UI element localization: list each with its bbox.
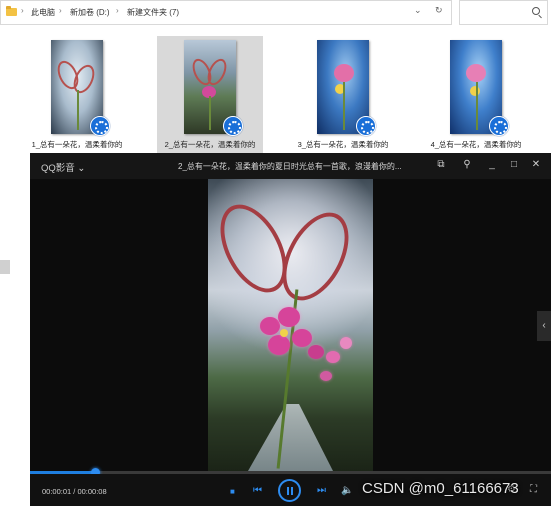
player-brand-menu[interactable]: QQ影音 ⌄	[41, 160, 85, 174]
refresh-icon[interactable]: ↻	[435, 5, 443, 16]
qq-player-file-icon	[223, 116, 243, 136]
fullscreen-icon[interactable]: ⛶	[530, 484, 537, 495]
scroll-marker	[0, 260, 10, 274]
pause-button[interactable]	[278, 479, 301, 502]
breadcrumb-folder[interactable]: 新建文件夹 (7)	[127, 7, 179, 18]
pin-icon[interactable]: ⚲	[460, 158, 474, 172]
file-name: 2_总有一朵花，温柔着你的	[164, 140, 256, 149]
file-name: 3_总有一朵花，温柔着你的	[297, 140, 389, 149]
chevron-right-icon: ›	[21, 6, 24, 15]
folder-icon	[6, 6, 17, 16]
chevron-right-icon: ›	[59, 6, 62, 15]
chevron-left-icon[interactable]: ‹	[537, 311, 551, 341]
address-bar[interactable]: › 此电脑 › 新加卷 (D:) › 新建文件夹 (7) ⌄ ↻	[0, 0, 452, 25]
next-icon[interactable]: ⏭	[317, 485, 326, 497]
player-titlebar[interactable]: QQ影音 ⌄ 2_总有一朵花，温柔着你的夏日时光总有一首歌，浪漫着你的... ⧉…	[30, 153, 551, 179]
file-name: 1_总有一朵花，温柔着你的	[31, 140, 123, 149]
file-tile-4[interactable]: 4_总有一朵花，温柔着你的	[423, 36, 529, 156]
maximize-icon[interactable]: □	[507, 158, 521, 172]
volume-icon[interactable]: 🔈	[341, 485, 353, 497]
time-display: 00:00:01 / 00:00:08	[42, 487, 107, 496]
watermark: CSDN @m0_61166673	[362, 480, 519, 497]
chevron-right-icon: ›	[116, 6, 119, 15]
minimize-icon[interactable]: _	[485, 158, 499, 172]
previous-icon[interactable]: ⏮	[253, 485, 262, 497]
breadcrumb-this-pc[interactable]: 此电脑	[31, 7, 55, 18]
search-icon	[532, 7, 540, 15]
file-tile-1[interactable]: 1_总有一朵花，温柔着你的	[24, 36, 130, 156]
qq-player-file-icon	[90, 116, 110, 136]
file-tile-3[interactable]: 3_总有一朵花，温柔着你的	[290, 36, 396, 156]
search-input[interactable]	[459, 0, 548, 25]
file-tile-2[interactable]: 2_总有一朵花，温柔着你的	[157, 36, 263, 156]
qq-player-window[interactable]: QQ影音 ⌄ 2_总有一朵花，温柔着你的夏日时光总有一首歌，浪漫着你的... ⧉…	[30, 153, 551, 506]
video-frame[interactable]	[208, 179, 373, 471]
chevron-down-icon[interactable]: ⌄	[414, 5, 422, 16]
qq-player-file-icon	[489, 116, 509, 136]
stop-icon[interactable]: ■	[230, 486, 235, 498]
close-icon[interactable]: ✕	[529, 158, 543, 172]
file-name: 4_总有一朵花，温柔着你的	[430, 140, 522, 149]
mini-mode-icon[interactable]: ⧉	[434, 158, 448, 172]
qq-player-file-icon	[356, 116, 376, 136]
breadcrumb-drive-d[interactable]: 新加卷 (D:)	[70, 7, 110, 18]
player-title: 2_总有一朵花，温柔着你的夏日时光总有一首歌，浪漫着你的...	[178, 162, 402, 171]
